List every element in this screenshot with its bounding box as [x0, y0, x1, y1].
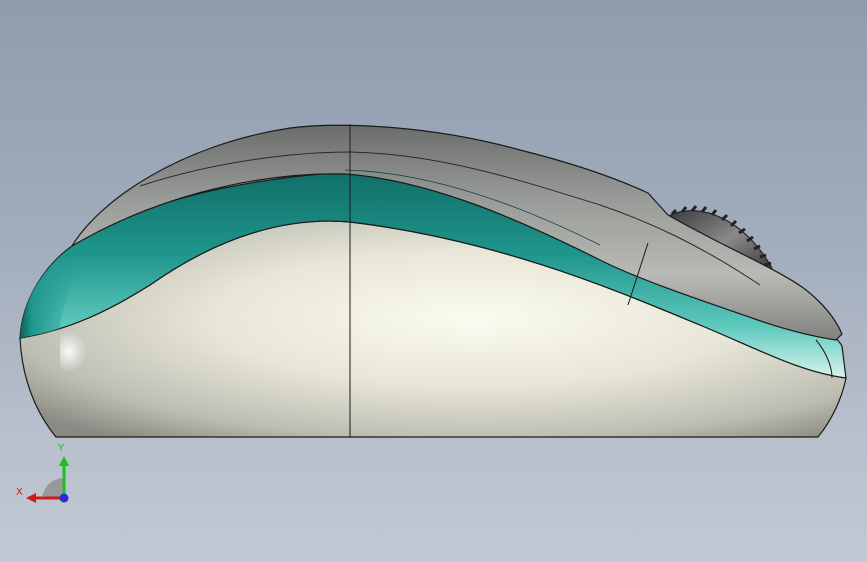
graphics-viewport[interactable]: X Y — [0, 0, 867, 562]
x-axis-label: X — [16, 487, 23, 498]
y-axis-head — [59, 456, 69, 466]
y-axis-label: Y — [58, 443, 65, 454]
mouse-model[interactable] — [0, 0, 867, 562]
coordinate-triad: X Y — [12, 440, 76, 510]
x-axis-head — [26, 493, 36, 503]
z-axis-dot — [59, 493, 69, 503]
triad-graphic — [26, 456, 69, 503]
